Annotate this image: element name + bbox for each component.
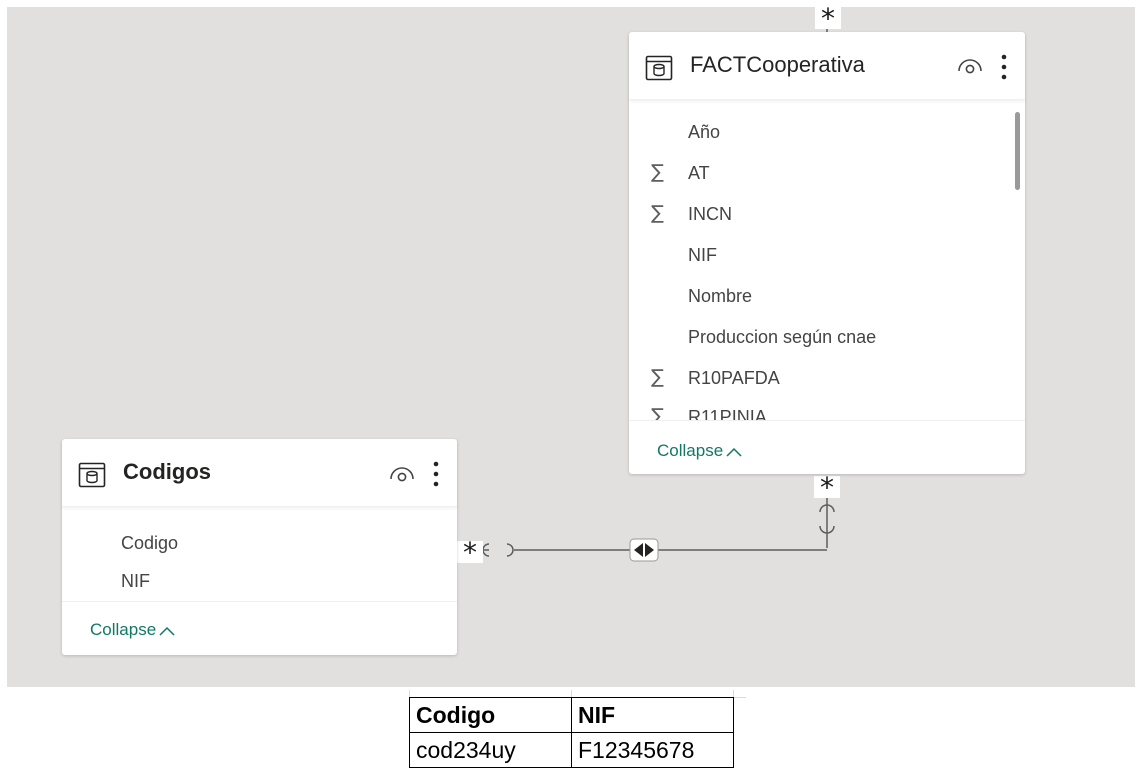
field-item[interactable]: NIF [688, 240, 717, 270]
more-options-icon[interactable] [1000, 53, 1008, 81]
field-item[interactable]: Produccion según cnae [688, 322, 876, 352]
field-item[interactable]: AT [688, 158, 710, 188]
field-label: R11PINIA [688, 407, 767, 420]
field-label: Nombre [688, 286, 753, 306]
collapse-button[interactable]: Collapse [90, 620, 175, 640]
scrollbar-thumb[interactable] [1015, 112, 1020, 190]
table-card-factcooperativa[interactable]: FACTCooperativa Año ∑ AT ∑ INCN NIF Nomb… [629, 32, 1025, 474]
field-list[interactable]: Codigo NIF [62, 507, 457, 601]
table-name: Codigos [123, 459, 211, 484]
eye-icon[interactable] [957, 57, 983, 75]
field-item[interactable]: Codigo [121, 528, 178, 558]
field-label: R10PAFDA [688, 368, 780, 388]
collapse-label: Collapse [657, 441, 724, 460]
collapse-label: Collapse [90, 620, 157, 639]
table-card-header[interactable]: FACTCooperativa [629, 32, 1025, 100]
cardinality-many-fact-icon: * [814, 474, 840, 502]
field-item[interactable]: Año [688, 117, 720, 147]
sigma-icon: ∑ [651, 366, 664, 388]
sigma-icon: ∑ [651, 202, 664, 224]
table-cell[interactable]: cod234uy [409, 732, 572, 768]
field-item[interactable]: NIF [121, 566, 150, 596]
collapse-button[interactable]: Collapse [657, 441, 742, 461]
more-options-icon[interactable] [432, 460, 440, 488]
column-header[interactable]: NIF [571, 697, 734, 733]
table-header-row: Codigo NIF [409, 697, 734, 733]
card-footer: Collapse [629, 420, 1025, 474]
sigma-icon: ∑ [651, 405, 664, 420]
sigma-icon: ∑ [651, 161, 664, 183]
card-footer: Collapse [62, 601, 457, 655]
chevron-up-icon [159, 626, 175, 636]
eye-icon[interactable] [389, 465, 415, 483]
cardinality-many-codigos-icon: * [457, 539, 483, 567]
sheet-gridline [571, 690, 572, 697]
sheet-gridline [733, 690, 734, 697]
field-list[interactable]: Año ∑ AT ∑ INCN NIF Nombre Produccion se… [629, 100, 1025, 420]
field-label: AT [688, 163, 710, 183]
cardinality-many-top-icon: * [815, 5, 841, 33]
field-item[interactable]: R11PINIA [688, 402, 767, 420]
chevron-up-icon [726, 447, 742, 457]
sheet-gridline [409, 690, 410, 697]
field-label: NIF [121, 571, 150, 591]
table-card-header[interactable]: Codigos [62, 439, 457, 507]
table-icon [645, 55, 673, 81]
table-cell[interactable]: F12345678 [571, 732, 734, 768]
relationship-codigos-fact[interactable] [482, 495, 835, 562]
sheet-gridline [733, 697, 746, 698]
sheet-table: Codigo NIF cod234uy F12345678 [409, 697, 734, 768]
table-icon [78, 462, 106, 488]
field-item[interactable]: Nombre [688, 281, 752, 311]
field-label: NIF [688, 245, 717, 265]
bidirectional-filter-icon[interactable] [629, 538, 659, 562]
table-card-codigos[interactable]: Codigos Codigo NIF Collapse [62, 439, 457, 655]
field-item[interactable]: INCN [688, 199, 732, 229]
table-name: FACTCooperativa [690, 52, 865, 77]
field-item[interactable]: R10PAFDA [688, 363, 780, 393]
table-row: cod234uy F12345678 [409, 732, 734, 768]
field-label: Año [688, 122, 721, 142]
field-label: Produccion según cnae [688, 327, 877, 347]
field-label: Codigo [121, 533, 179, 553]
column-header[interactable]: Codigo [409, 697, 572, 733]
field-label: INCN [688, 204, 732, 224]
